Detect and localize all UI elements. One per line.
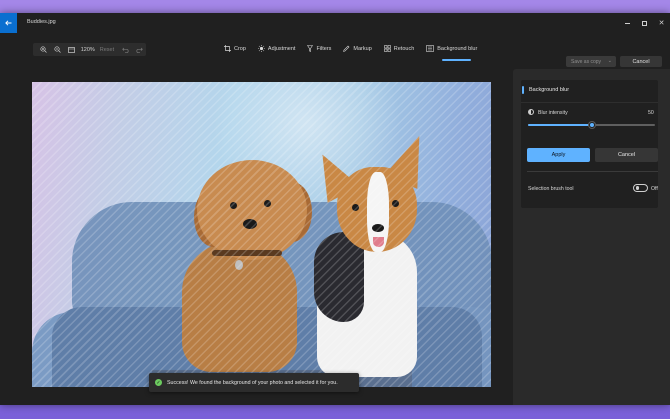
tool-adjustment-label: Adjustment	[267, 46, 296, 52]
adjustment-icon	[257, 45, 265, 52]
edit-tools: Crop Adjustment Filters Markup Retouch B…	[224, 45, 489, 63]
redo-icon	[136, 47, 143, 53]
tool-filters-label: Filters	[316, 46, 332, 52]
poodle-puppy-eye	[230, 202, 237, 209]
filters-icon	[307, 45, 314, 52]
toast-message: Success! We found the background of your…	[167, 379, 338, 386]
close-button[interactable]: ✕	[653, 13, 670, 33]
poodle-puppy-nose	[243, 219, 257, 229]
zoom-in-button[interactable]	[37, 43, 51, 56]
back-button[interactable]	[0, 13, 17, 33]
reset-button[interactable]: Reset	[100, 47, 114, 53]
corgi-eye	[392, 200, 399, 207]
poodle-puppy-eye	[264, 200, 271, 207]
save-as-copy-button[interactable]: Save as copy ⌄	[566, 56, 616, 67]
corgi-tongue	[373, 237, 384, 247]
puppy-tag	[235, 260, 243, 270]
checkmark-icon: ✓	[155, 379, 162, 386]
undo-icon	[121, 47, 129, 53]
section-accent	[522, 86, 524, 94]
retouch-icon	[383, 45, 391, 52]
slider-fill	[528, 124, 592, 126]
blur-intensity-slider[interactable]	[528, 122, 655, 128]
undo-button[interactable]	[118, 43, 132, 56]
blur-settings-card: Background blur Blur intensity 50 Apply …	[521, 80, 658, 208]
arrow-left-icon	[5, 20, 12, 26]
panel-title: Background blur	[529, 87, 570, 93]
app-window: Buddies.jpg ✕ 120% Reset Crop Adjustment…	[0, 13, 670, 405]
title-bar: Buddies.jpg ✕	[0, 13, 670, 33]
divider	[521, 102, 658, 103]
tool-filters[interactable]: Filters	[307, 45, 331, 63]
zoom-in-icon	[40, 46, 48, 53]
close-icon: ✕	[658, 19, 665, 27]
fit-to-window-icon	[68, 46, 76, 53]
save-as-copy-label: Save as copy	[571, 58, 602, 65]
selection-brush-label: Selection brush tool	[528, 186, 574, 192]
puppy-collar	[212, 250, 282, 256]
background-blur-panel: Background blur Blur intensity 50 Apply …	[513, 69, 670, 405]
apply-button[interactable]: Apply	[527, 148, 590, 162]
corgi-eye	[352, 204, 359, 211]
contrast-icon	[528, 109, 534, 115]
poodle-puppy-head	[197, 160, 307, 260]
tool-retouch-label: Retouch	[393, 46, 415, 52]
window-controls: ✕	[619, 13, 670, 33]
tool-retouch[interactable]: Retouch	[383, 45, 415, 63]
zoom-toolbar: 120% Reset	[33, 43, 146, 56]
success-toast: ✓ Success! We found the background of yo…	[149, 373, 359, 392]
toggle-knob	[635, 186, 639, 190]
tool-crop[interactable]: Crop	[224, 45, 246, 63]
redo-button[interactable]	[132, 43, 146, 56]
photo-canvas[interactable]	[32, 82, 491, 387]
blur-intensity-value: 50	[648, 110, 654, 116]
slider-thumb[interactable]	[588, 122, 595, 128]
markup-icon	[343, 45, 350, 52]
tool-markup-label: Markup	[353, 46, 372, 52]
tool-background-blur-label: Background blur	[437, 46, 478, 52]
selection-brush-toggle[interactable]	[633, 184, 648, 192]
corgi-nose	[372, 224, 384, 232]
maximize-icon	[642, 20, 647, 26]
blur-intensity-label: Blur intensity	[538, 110, 568, 116]
maximize-button[interactable]	[636, 13, 653, 33]
crop-icon	[224, 45, 231, 52]
zoom-out-icon	[54, 46, 62, 53]
tool-adjustment[interactable]: Adjustment	[257, 45, 296, 63]
tool-crop-label: Crop	[234, 46, 246, 52]
zoom-out-button[interactable]	[51, 43, 65, 56]
selection-brush-state: Off	[651, 186, 658, 192]
cancel-edit-button[interactable]: Cancel	[620, 56, 662, 67]
zoom-level: 120%	[80, 46, 95, 53]
fit-to-window-button[interactable]	[65, 43, 79, 56]
divider	[527, 171, 658, 172]
tool-background-blur[interactable]: Background blur	[426, 45, 477, 63]
background-blur-icon	[426, 45, 435, 52]
window-title: Buddies.jpg	[27, 19, 56, 25]
tool-markup[interactable]: Markup	[343, 45, 372, 63]
minimize-button[interactable]	[619, 13, 636, 33]
cancel-button[interactable]: Cancel	[595, 148, 658, 162]
minimize-icon	[625, 22, 630, 24]
chevron-down-icon: ⌄	[607, 58, 612, 64]
